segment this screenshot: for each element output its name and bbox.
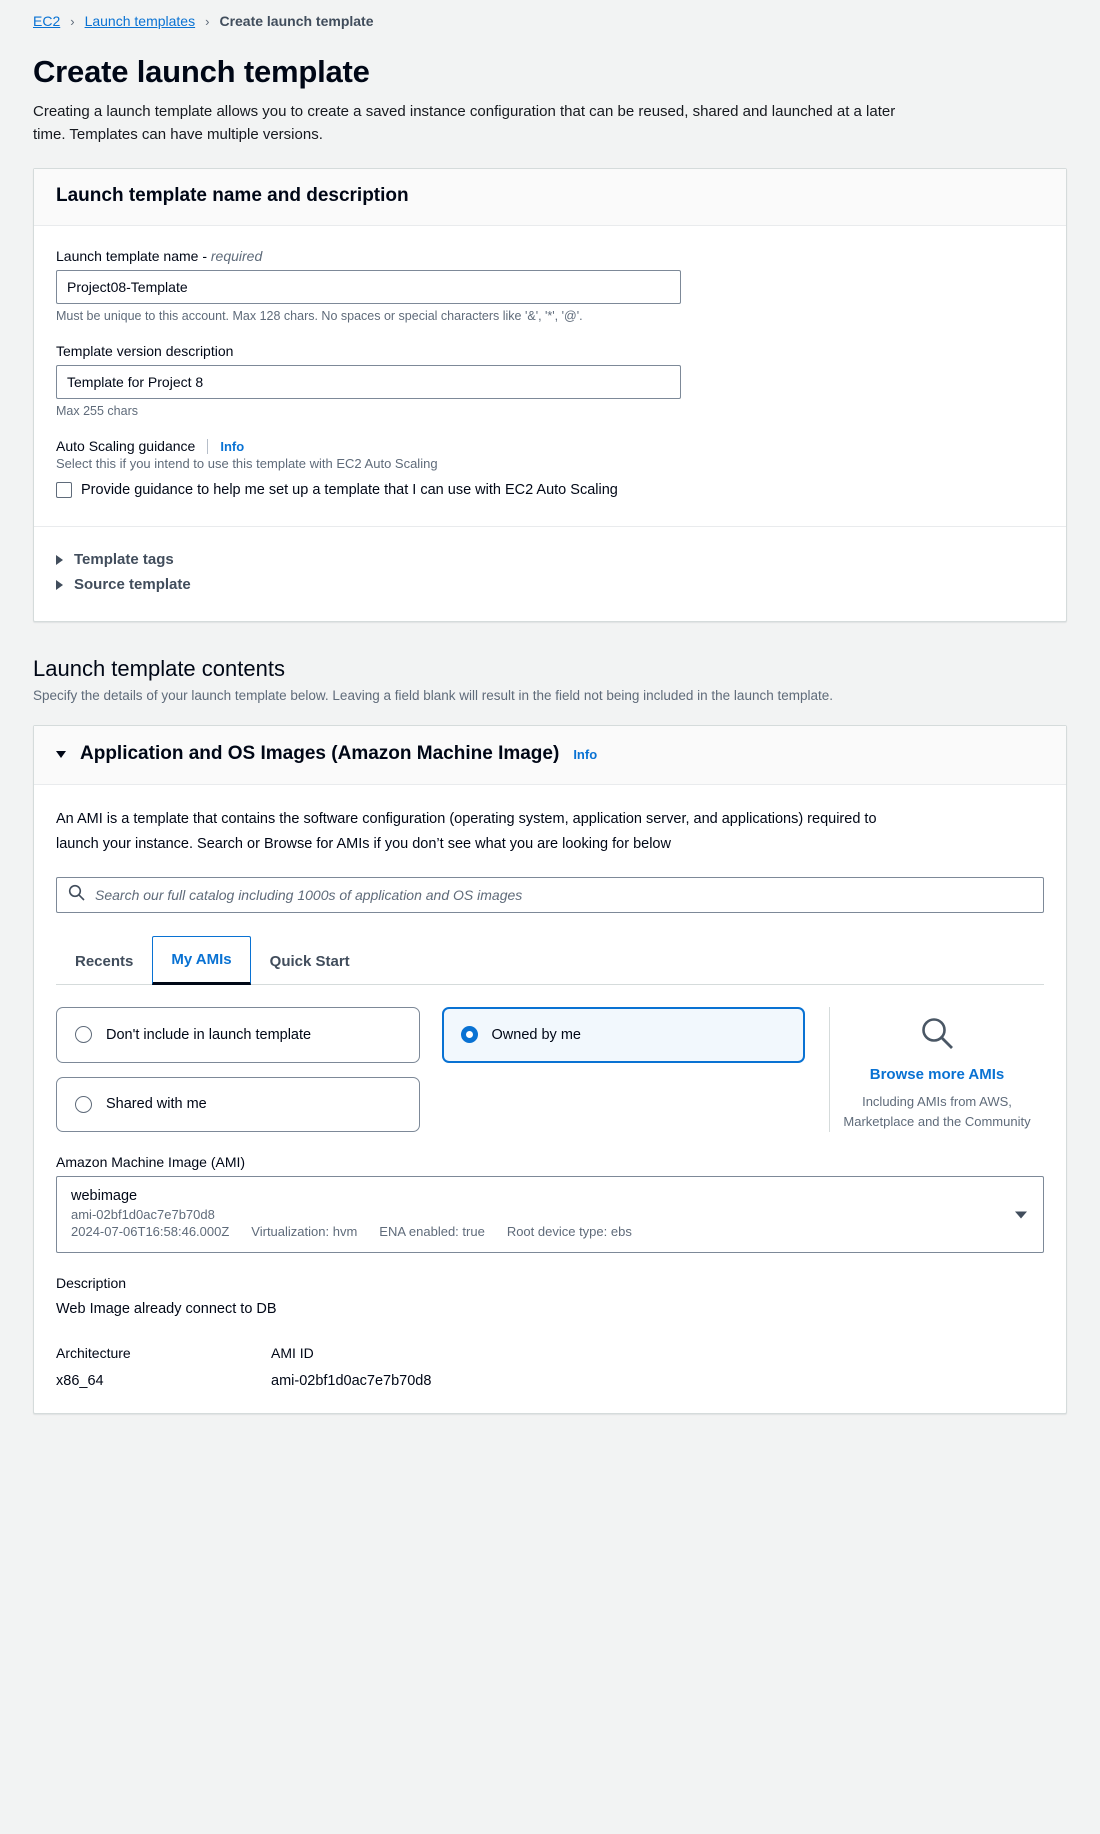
ami-attribute-ami-id: AMI ID ami-02bf1d0ac7e7b70d8 — [271, 1345, 486, 1389]
radio-tile-dont-include-label: Don't include in launch template — [106, 1026, 312, 1043]
ami-tabs: Recents My AMIs Quick Start — [56, 935, 1044, 985]
auto-scaling-checkbox-label: Provide guidance to help me set up a tem… — [81, 482, 618, 498]
ami-section-heading: Application and OS Images (Amazon Machin… — [80, 743, 560, 764]
ami-attribute-ami-id-key: AMI ID — [271, 1345, 314, 1361]
breadcrumb-separator-2: › — [205, 13, 210, 29]
auto-scaling-guidance-label-row: Auto Scaling guidance Info — [56, 438, 1044, 454]
breadcrumb-current: Create launch template — [219, 13, 374, 29]
label-divider — [207, 438, 209, 454]
radio-tile-shared-with-me[interactable]: Shared with me — [56, 1076, 420, 1132]
breadcrumb-link-ec2[interactable]: EC2 — [33, 13, 60, 29]
auto-scaling-guidance-label: Auto Scaling guidance — [56, 438, 196, 454]
ami-description-value: Web Image already connect to DB — [56, 1301, 277, 1317]
launch-template-contents-heading: Launch template contents — [33, 656, 285, 681]
auto-scaling-checkbox-row[interactable]: Provide guidance to help me set up a tem… — [56, 479, 656, 502]
auto-scaling-checkbox[interactable] — [56, 482, 72, 498]
chevron-right-icon — [56, 554, 63, 565]
tab-my-amis[interactable]: My AMIs — [152, 936, 251, 985]
template-version-description-input[interactable] — [56, 365, 681, 399]
ami-search-wrapper — [56, 877, 1044, 913]
launch-template-name-label: Launch template name - required — [56, 248, 1044, 264]
ami-description-label: Description — [56, 1275, 127, 1291]
chevron-down-icon[interactable] — [56, 750, 66, 758]
ami-card: Application and OS Images (Amazon Machin… — [33, 725, 1067, 1414]
template-version-description-hint: Max 255 chars — [56, 404, 138, 418]
chevron-right-icon — [56, 579, 63, 590]
ami-description: An AMI is a template that contains the s… — [56, 811, 877, 852]
ami-select-root-device: Root device type: ebs — [506, 1224, 632, 1239]
source-template-label: Source template — [74, 576, 191, 593]
radio-tile-owned-by-me[interactable]: Owned by me — [441, 1007, 805, 1063]
launch-template-name-label-text: Launch template name - — [56, 248, 211, 264]
source-template-expander[interactable]: Source template — [56, 576, 1044, 593]
template-version-description-field: Template version description Max 255 cha… — [56, 343, 1044, 418]
launch-template-name-card-header: Launch template name and description — [34, 169, 1066, 226]
ami-select-meta: 2024-07-06T16:58:46.000Z Virtualization:… — [71, 1224, 1029, 1239]
breadcrumb: EC2 › Launch templates › Create launch t… — [0, 0, 1100, 34]
ami-select-date: 2024-07-06T16:58:46.000Z — [71, 1224, 230, 1239]
launch-template-name-card-footer: Template tags Source template — [34, 526, 1066, 621]
auto-scaling-guidance-field: Auto Scaling guidance Info Select this i… — [56, 438, 1044, 502]
browse-more-amis-panel: Browse more AMIs Including AMIs from AWS… — [829, 1007, 1044, 1132]
radio-tile-dont-include[interactable]: Don't include in launch template — [56, 1007, 420, 1063]
page-title: Create launch template — [33, 54, 370, 89]
page-description: Creating a launch template allows you to… — [33, 103, 896, 143]
ami-select-virtualization: Virtualization: hvm — [251, 1224, 358, 1239]
launch-template-contents-description: Specify the details of your launch templ… — [33, 688, 833, 703]
radio-tile-owned-by-me-label: Owned by me — [491, 1026, 581, 1043]
ami-select-name: webimage — [71, 1188, 138, 1204]
launch-template-contents-section-header: Launch template contents Specify the det… — [0, 622, 1100, 703]
launch-template-name-required: required — [210, 248, 263, 264]
template-version-description-label: Template version description — [56, 343, 234, 359]
ami-search-input[interactable] — [56, 877, 1044, 913]
breadcrumb-link-launch-templates[interactable]: Launch templates — [85, 13, 196, 29]
ami-select-ena: ENA enabled: true — [379, 1224, 485, 1239]
launch-template-name-hint: Must be unique to this account. Max 128 … — [56, 309, 583, 323]
radio-tile-shared-with-me-label: Shared with me — [106, 1096, 207, 1113]
chevron-down-icon[interactable] — [1015, 1211, 1027, 1218]
browse-more-amis-link[interactable]: Browse more AMIs — [870, 1066, 1004, 1083]
ami-card-body: An AMI is a template that contains the s… — [34, 785, 1066, 1413]
magnifier-icon — [919, 1015, 955, 1056]
ami-attribute-architecture-value: x86_64 — [56, 1373, 104, 1389]
tab-quick-start[interactable]: Quick Start — [251, 938, 369, 985]
browse-more-amis-subtext: Including AMIs from AWS, Marketplace and… — [843, 1094, 1031, 1129]
radio-icon[interactable] — [75, 1026, 92, 1044]
launch-template-name-input[interactable] — [56, 270, 681, 304]
page-header: Create launch template Creating a launch… — [0, 34, 1100, 146]
ami-filter-tiles: Don't include in launch template Owned b… — [56, 1007, 829, 1132]
template-tags-expander[interactable]: Template tags — [56, 551, 1044, 568]
radio-icon-selected[interactable] — [460, 1026, 478, 1044]
ami-info-link[interactable]: Info — [573, 747, 597, 762]
radio-icon[interactable] — [75, 1095, 92, 1113]
ami-card-header[interactable]: Application and OS Images (Amazon Machin… — [34, 726, 1066, 785]
ami-select-id: ami-02bf1d0ac7e7b70d8 — [71, 1207, 215, 1222]
ami-attributes: Architecture x86_64 AMI ID ami-02bf1d0ac… — [56, 1345, 1044, 1389]
ami-attribute-ami-id-value: ami-02bf1d0ac7e7b70d8 — [271, 1373, 432, 1389]
ami-select-dropdown[interactable]: webimage ami-02bf1d0ac7e7b70d8 2024-07-0… — [56, 1176, 1044, 1253]
template-tags-label: Template tags — [74, 551, 174, 568]
ami-attribute-architecture: Architecture x86_64 — [56, 1345, 271, 1389]
launch-template-name-card-body: Launch template name - required Must be … — [34, 226, 1066, 526]
ami-attribute-architecture-key: Architecture — [56, 1345, 131, 1361]
ami-select-label: Amazon Machine Image (AMI) — [56, 1154, 246, 1170]
launch-template-name-heading: Launch template name and description — [56, 185, 409, 206]
breadcrumb-separator-1: › — [70, 13, 75, 29]
launch-template-name-card: Launch template name and description Lau… — [33, 168, 1067, 622]
auto-scaling-info-link[interactable]: Info — [220, 439, 244, 454]
ami-filter-area: Don't include in launch template Owned b… — [56, 1007, 1044, 1132]
auto-scaling-guidance-sub-hint: Select this if you intend to use this te… — [56, 456, 438, 471]
launch-template-name-field: Launch template name - required Must be … — [56, 248, 1044, 323]
tab-recents[interactable]: Recents — [56, 938, 152, 985]
